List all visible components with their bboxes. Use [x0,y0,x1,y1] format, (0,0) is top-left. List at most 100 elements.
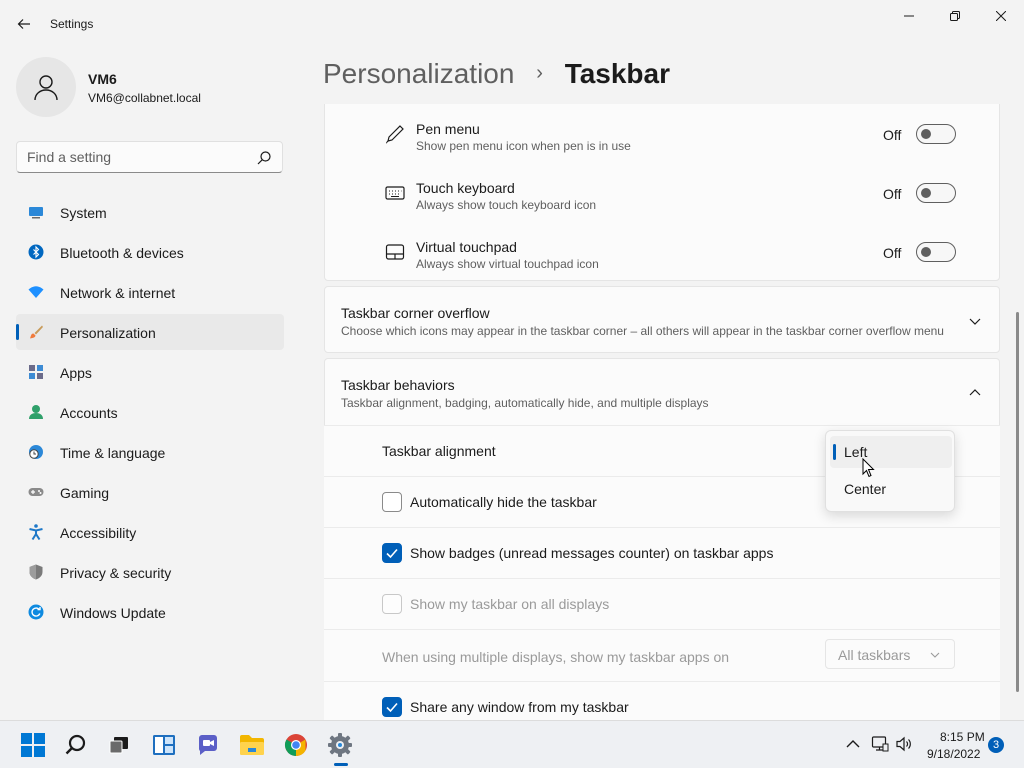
windows-taskbar: 8:15 PM 9/18/2022 3 [0,720,1024,768]
sidebar-item-network[interactable]: Network & internet [16,274,284,310]
sidebar-item-label: Bluetooth & devices [60,245,184,261]
widgets-icon [153,735,175,755]
sidebar-item-gaming[interactable]: Gaming [16,474,284,510]
sidebar-item-label: Gaming [60,485,110,501]
badges-row[interactable]: Show badges (unread messages counter) on… [324,527,1000,578]
share-window-row[interactable]: Share any window from my taskbar [324,681,1000,720]
sidebar-item-label: Accessibility [60,525,137,541]
search-box[interactable] [16,141,283,173]
widgets-button[interactable] [148,729,180,761]
minimize-icon [904,15,914,17]
task-view-button[interactable] [103,729,135,761]
chat-icon [199,735,217,755]
search-icon[interactable] [256,150,272,166]
breadcrumb: Personalization › Taskbar [323,58,670,94]
back-arrow-icon [17,19,30,29]
sidebar-item-privacy-security[interactable]: Privacy & security [16,554,284,590]
close-button[interactable] [978,0,1024,32]
corner-overflow-subtitle: Choose which icons may appear in the tas… [341,324,944,338]
teams-chat-button[interactable] [192,729,224,761]
virtual-touchpad-toggle[interactable] [916,242,956,262]
sidebar-item-apps[interactable]: Apps [16,354,284,390]
taskbar-corner-icons-card: Pen menu Show pen menu icon when pen is … [324,104,1000,281]
sidebar-item-label: Apps [60,365,92,381]
alignment-option-left[interactable]: Left [830,436,952,468]
update-icon [28,604,44,620]
scrollbar[interactable] [1016,312,1019,692]
file-explorer-button[interactable] [236,729,268,761]
active-app-indicator [334,763,348,766]
notification-badge[interactable]: 3 [988,737,1004,753]
toggle-knob [921,247,931,257]
option-label: Center [844,481,887,497]
gear-icon [328,733,352,757]
sidebar-item-label: Time & language [60,445,166,461]
user-profile[interactable]: VM6 VM6@collabnet.local [16,57,286,117]
chrome-icon [285,734,307,756]
clock-date[interactable]: 9/18/2022 [927,747,980,761]
network-icon[interactable] [871,735,889,753]
checkmark-icon [386,702,398,713]
title-bar: Settings [0,0,1024,48]
auto-hide-checkbox[interactable] [382,492,402,512]
taskbar-search-button[interactable] [60,729,92,761]
sidebar-item-label: Windows Update [60,605,166,621]
brush-icon [30,325,43,339]
multi-display-label: When using multiple displays, show my ta… [382,649,730,665]
behaviors-subtitle: Taskbar alignment, badging, automaticall… [341,396,709,410]
minimize-button[interactable] [886,0,932,32]
pen-icon [386,125,404,144]
toggle-knob [921,129,931,139]
touch-keyboard-toggle[interactable] [916,183,956,203]
sidebar-item-label: System [60,205,107,221]
accounts-icon [29,405,43,419]
clock-time[interactable]: 8:15 PM [940,730,985,744]
breadcrumb-parent[interactable]: Personalization [323,58,514,89]
checkmark-icon [386,548,398,559]
chevron-up-icon[interactable] [844,735,862,753]
start-button[interactable] [17,729,49,761]
volume-icon[interactable] [895,735,913,753]
sidebar-item-accounts[interactable]: Accounts [16,394,284,430]
badges-checkbox[interactable] [382,543,402,563]
chrome-button[interactable] [280,729,312,761]
sidebar-item-personalization[interactable]: Personalization [16,314,284,350]
chevron-down-icon[interactable] [967,313,983,329]
folder-icon [240,735,264,755]
app-title: Settings [50,17,94,31]
pen-menu-subtitle: Show pen menu icon when pen is in use [416,139,631,153]
settings-app-button[interactable] [324,729,356,761]
pen-menu-toggle[interactable] [916,124,956,144]
search-icon [65,734,86,755]
back-button[interactable] [10,10,38,38]
task-view-icon [109,737,128,754]
mouse-cursor-icon [862,458,875,478]
behaviors-title: Taskbar behaviors [341,377,455,393]
multi-display-value: All taskbars [838,647,911,663]
share-window-checkbox[interactable] [382,697,402,717]
taskbar-alignment-label: Taskbar alignment [382,443,496,459]
search-input[interactable] [27,148,247,166]
sidebar-item-system[interactable]: System [16,194,284,230]
sidebar-item-label: Network & internet [60,285,176,301]
touch-keyboard-title: Touch keyboard [416,180,515,196]
sidebar-item-windows-update[interactable]: Windows Update [16,594,284,630]
alignment-dropdown: Left Center [825,430,955,512]
restore-icon [950,11,960,21]
breadcrumb-chevron-icon: › [536,62,543,84]
clock-globe-icon [29,445,43,459]
alignment-option-center[interactable]: Center [830,473,952,505]
wifi-icon [28,286,44,298]
touch-keyboard-state: Off [883,186,902,202]
chevron-up-icon[interactable] [967,385,983,401]
virtual-touchpad-state: Off [883,245,902,261]
taskbar-corner-overflow-card[interactable]: Taskbar corner overflow Choose which ico… [324,286,1000,353]
taskbar-behaviors-card[interactable]: Taskbar behaviors Taskbar alignment, bad… [324,358,1000,426]
sidebar-item-bluetooth[interactable]: Bluetooth & devices [16,234,284,270]
restore-button[interactable] [932,0,978,32]
keyboard-icon [385,186,405,200]
windows-logo-icon [21,733,45,757]
shield-icon [29,564,43,580]
sidebar-item-accessibility[interactable]: Accessibility [16,514,284,550]
sidebar-item-time-language[interactable]: Time & language [16,434,284,470]
